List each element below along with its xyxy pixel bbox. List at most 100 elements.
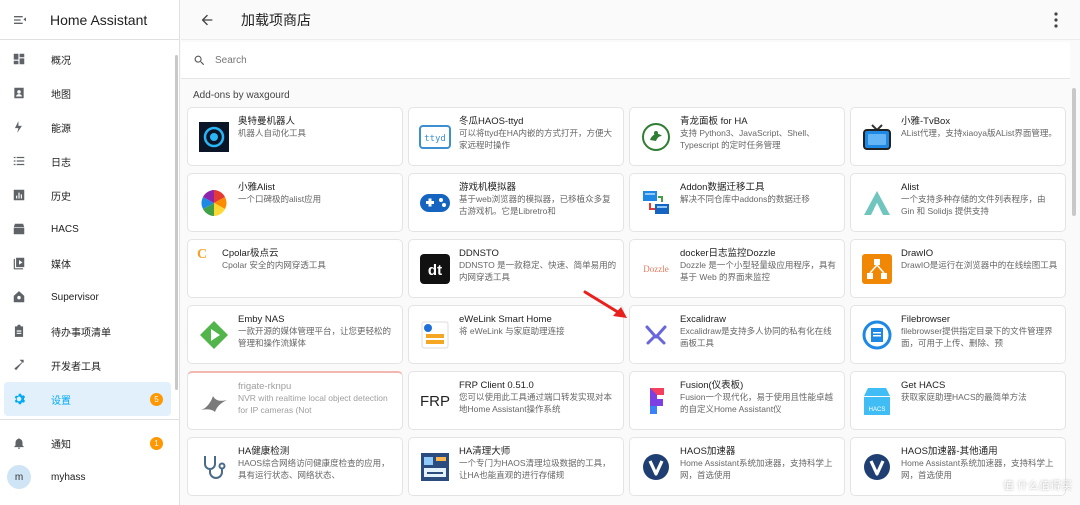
sidebar-item-label: 地图 bbox=[51, 89, 71, 101]
addon-description: filebrowser提供指定目录下的文件管理界面，可用于上传、删除、预 bbox=[901, 326, 1053, 348]
dozzle-icon: Dozzle bbox=[640, 253, 672, 285]
addon-card[interactable]: FRP FRP Client 0.51.0 您可以使用此工具通过端口转发实现对本地… bbox=[408, 371, 624, 430]
emby-icon bbox=[198, 319, 230, 351]
drawio-icon bbox=[861, 253, 893, 285]
addon-card[interactable]: Emby NAS 一款开源的媒体管理平台，让您更轻松的管理和操作流媒体 bbox=[187, 305, 403, 364]
addon-description: Fusion一个现代化，易于使用且性能卓越的自定义Home Assistant仪 bbox=[680, 392, 834, 414]
sidebar-item-label: HACS bbox=[51, 223, 79, 235]
frp-logo-text: FRP bbox=[420, 392, 450, 410]
addon-description: DrawIO是运行在浏览器中的在线绘图工具 bbox=[901, 260, 1058, 270]
home-assistant-app: Home Assistant 概况 地图 能源 日志 历史 HACS 媒体 Su… bbox=[0, 0, 1080, 505]
sidebar-item-overview[interactable]: 概况 bbox=[0, 42, 179, 76]
addon-name: 奥特曼机器人 bbox=[238, 116, 296, 127]
logbook-icon bbox=[12, 154, 26, 168]
sidebar-item-map[interactable]: 地图 bbox=[0, 76, 179, 110]
sidebar-item-history[interactable]: 历史 bbox=[0, 178, 179, 212]
addon-card[interactable]: Excalidraw Excalidraw是支持多人协同的私有化在线画板工具 bbox=[629, 305, 845, 364]
addon-card[interactable]: HA健康检测 HAOS综合网络访问健康度检查的应用，具有运行状态、网络状态、 bbox=[187, 437, 403, 496]
ha-cleaner-icon bbox=[419, 451, 451, 483]
frp-icon: FRP bbox=[419, 385, 451, 417]
addon-card[interactable]: HA清理大师 一个专门为HAOS清理垃圾数据的工具，让HA也能直观的进行存储规 bbox=[408, 437, 624, 496]
section-title: Add-ons by waxgourd bbox=[193, 90, 290, 101]
back-arrow-icon[interactable] bbox=[199, 12, 215, 28]
addon-description: NVR with realtime local object detection… bbox=[238, 393, 388, 415]
get-hacs-logo-text: HACS bbox=[869, 407, 886, 413]
sidebar-item-todo[interactable]: 待办事项清单 bbox=[0, 314, 179, 348]
addon-description: 您可以使用此工具通过端口转发实现对本地Home Assistant操作系统 bbox=[459, 392, 613, 414]
top-bar: 加载项商店 bbox=[181, 0, 1080, 40]
addon-card[interactable]: 游戏机模拟器 基于web浏览器的模拟器，已移植众多复古游戏机。它是Libretro… bbox=[408, 173, 624, 232]
ddnsto-icon: dt bbox=[419, 253, 451, 285]
search-icon bbox=[194, 55, 205, 65]
ttyd-icon: ttyd bbox=[419, 121, 451, 153]
menu-collapse-icon[interactable] bbox=[12, 12, 28, 28]
addon-name: HAOS加速器 bbox=[680, 446, 736, 457]
sidebar-item-label: 开发者工具 bbox=[51, 361, 101, 373]
addon-description: Cpolar 安全的内网穿透工具 bbox=[222, 260, 326, 270]
addon-description: 一个支持多种存储的文件列表程序，由 Gin 和 Solidjs 提供支持 bbox=[901, 194, 1046, 216]
sidebar-scrollbar[interactable] bbox=[175, 55, 178, 390]
sidebar-item-settings[interactable]: 设置 5 bbox=[4, 382, 171, 416]
chart-icon bbox=[12, 188, 26, 202]
user-name: myhass bbox=[51, 471, 86, 483]
excalidraw-icon bbox=[640, 319, 672, 351]
addon-card[interactable]: Addon数据迁移工具 解决不同仓库中addons的数据迁移 bbox=[629, 173, 845, 232]
addon-name: 小雅Alist bbox=[238, 182, 275, 193]
sidebar-item-label: 通知 bbox=[51, 439, 71, 451]
addon-card[interactable]: Alist 一个支持多种存储的文件列表程序，由 Gin 和 Solidjs 提供支… bbox=[850, 173, 1066, 232]
sidebar-item-logbook[interactable]: 日志 bbox=[0, 144, 179, 178]
cpolar-logo-text: C bbox=[196, 247, 208, 262]
addon-card[interactable]: Dozzle docker日志监控Dozzle Dozzle 是一个小型轻量级应用… bbox=[629, 239, 845, 298]
addon-card[interactable]: 青龙面板 for HA 支持 Python3、JavaScript、Shell、T… bbox=[629, 107, 845, 166]
addon-card[interactable]: C Cpolar极点云 Cpolar 安全的内网穿透工具 bbox=[187, 239, 403, 298]
addon-description: HAOS综合网络访问健康度检查的应用，具有运行状态、网络状态、 bbox=[238, 458, 390, 480]
main-content: 加载项商店 Add-ons by waxgourd 奥特曼机器人机器人自动化工具… bbox=[181, 0, 1080, 505]
addon-card[interactable]: frigate-rknpu NVR with realtime local obj… bbox=[187, 371, 403, 430]
main-scrollbar[interactable] bbox=[1072, 88, 1076, 216]
more-vertical-icon[interactable] bbox=[1054, 12, 1058, 28]
addon-name: HAOS加速器-其他通用 bbox=[901, 446, 998, 457]
cpolar-icon: C bbox=[192, 245, 212, 265]
sidebar-nav: 概况 地图 能源 日志 历史 HACS 媒体 Supervisor 待办事项清单… bbox=[0, 40, 179, 416]
sidebar-divider bbox=[0, 419, 179, 420]
sidebar-item-energy[interactable]: 能源 bbox=[0, 110, 179, 144]
ewelink-icon bbox=[419, 319, 451, 351]
addon-card[interactable]: Fusion(仪表板) Fusion一个现代化，易于使用且性能卓越的自定义Home… bbox=[629, 371, 845, 430]
addon-card[interactable]: HAOS加速器 Home Assistant系统加速器，支持科学上网，首选使用 bbox=[629, 437, 845, 496]
hammer-icon bbox=[12, 358, 26, 372]
gamepad-icon bbox=[419, 187, 451, 219]
sidebar-item-label: Supervisor bbox=[51, 291, 99, 303]
addon-description: 可以将ttyd在HA内嵌的方式打开，方便大家远程时操作 bbox=[459, 128, 613, 150]
addon-name: 游戏机模拟器 bbox=[459, 182, 517, 193]
sidebar-item-media[interactable]: 媒体 bbox=[0, 246, 179, 280]
stethoscope-icon bbox=[198, 451, 230, 483]
lightning-icon bbox=[12, 120, 26, 134]
addon-name: DrawIO bbox=[901, 248, 934, 259]
addon-description: Home Assistant系统加速器，支持科学上网，首选使用 bbox=[680, 458, 833, 480]
addon-card[interactable]: HACS Get HACS 获取家庭助理HACS的最简单方法 bbox=[850, 371, 1066, 430]
addon-card[interactable]: 奥特曼机器人 机器人自动化工具 bbox=[187, 107, 403, 166]
addon-card[interactable]: 小雅-TvBox AList代理，支持xiaoya版AList界面管理。 bbox=[850, 107, 1066, 166]
sidebar-item-label: 待办事项清单 bbox=[51, 327, 111, 339]
addon-card[interactable]: ttyd 冬瓜HAOS-ttyd 可以将ttyd在HA内嵌的方式打开，方便大家远程… bbox=[408, 107, 624, 166]
sidebar-item-developer-tools[interactable]: 开发者工具 bbox=[0, 348, 179, 382]
sidebar-item-supervisor[interactable]: Supervisor bbox=[0, 280, 179, 314]
sidebar-item-user[interactable]: m myhass bbox=[0, 460, 179, 494]
addon-card[interactable]: 小雅Alist 一个口碑极的alist应用 bbox=[187, 173, 403, 232]
addon-card[interactable]: DrawIO DrawIO是运行在浏览器中的在线绘图工具 bbox=[850, 239, 1066, 298]
qinglong-icon bbox=[640, 121, 672, 153]
addon-name: Excalidraw bbox=[680, 314, 726, 325]
addon-description: 机器人自动化工具 bbox=[238, 128, 307, 138]
sidebar-item-hacs[interactable]: HACS bbox=[0, 212, 179, 246]
sidebar-bottom: 通知 1 m myhass bbox=[0, 426, 179, 494]
hacs-icon bbox=[12, 222, 26, 236]
alist-icon bbox=[861, 187, 893, 219]
sidebar-item-label: 能源 bbox=[51, 123, 71, 135]
addon-description: AList代理，支持xiaoya版AList界面管理。 bbox=[901, 128, 1057, 138]
search-input[interactable] bbox=[215, 54, 815, 66]
sidebar-item-notifications[interactable]: 通知 1 bbox=[0, 426, 179, 460]
notifications-badge: 1 bbox=[150, 436, 163, 450]
addon-card[interactable]: Filebrowser filebrowser提供指定目录下的文件管理界面，可用于… bbox=[850, 305, 1066, 364]
sidebar-header: Home Assistant bbox=[0, 0, 179, 40]
xiaoya-alist-icon bbox=[198, 187, 230, 219]
